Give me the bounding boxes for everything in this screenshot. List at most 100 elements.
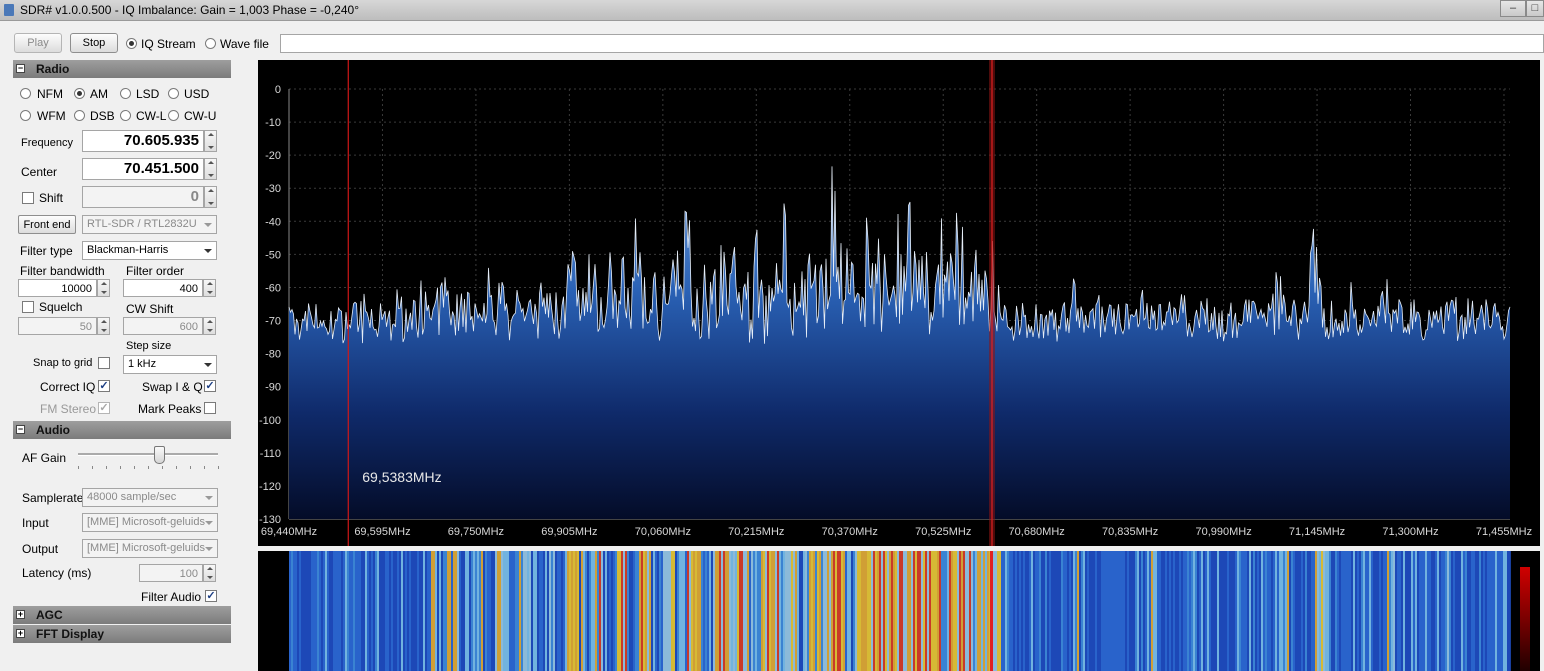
waterfall-column: [343, 551, 345, 671]
waterfall-column: [1397, 551, 1399, 671]
swap-iq-checkbox[interactable]: ✓: [204, 380, 216, 392]
iq-stream-radio[interactable]: [126, 38, 137, 49]
waterfall-column: [1507, 551, 1509, 671]
waterfall-column: [1009, 551, 1011, 671]
squelch-checkbox[interactable]: [22, 301, 34, 313]
filter-bandwidth-spinner[interactable]: [97, 279, 110, 297]
mode-cwu-label: CW-U: [184, 109, 217, 123]
correct-iq-checkbox[interactable]: ✓: [98, 380, 110, 392]
waterfall-column: [995, 551, 997, 671]
maximize-button[interactable]: □: [1526, 0, 1544, 17]
minimize-button[interactable]: –: [1500, 0, 1526, 17]
shift-checkbox[interactable]: [22, 192, 34, 204]
spectrum-plot[interactable]: 69,5383MHz 0 -10 -20 -30 -40 -50 -60 -70 -80 -90 -…: [258, 60, 1540, 546]
mode-usd-radio[interactable]: [168, 88, 179, 99]
filter-order-input[interactable]: 400: [123, 279, 203, 297]
waterfall-column: [751, 551, 753, 671]
af-gain-slider-thumb[interactable]: [154, 446, 166, 464]
squelch-spinner[interactable]: [97, 317, 110, 335]
waterfall-column: [483, 551, 485, 671]
latency-input[interactable]: 100: [139, 564, 203, 582]
waterfall-column: [981, 551, 983, 671]
filter-bandwidth-input[interactable]: 10000: [18, 279, 97, 297]
mode-wfm-radio[interactable]: [20, 110, 31, 121]
waterfall-column: [1439, 551, 1441, 671]
waterfall-column: [1135, 551, 1137, 671]
snap-to-grid-checkbox[interactable]: [98, 357, 110, 369]
waterfall-column: [793, 551, 795, 671]
mode-cwu-radio[interactable]: [168, 110, 179, 121]
waterfall-column: [1461, 551, 1463, 671]
cw-shift-input[interactable]: 600: [123, 317, 203, 335]
center-input[interactable]: 70.451.500: [82, 158, 204, 180]
mode-lsd-radio[interactable]: [120, 88, 131, 99]
front-end-button[interactable]: Front end: [18, 215, 76, 234]
waterfall-column: [755, 551, 757, 671]
waterfall-column: [555, 551, 557, 671]
waterfall-column: [1083, 551, 1085, 671]
waterfall-column: [787, 551, 789, 671]
waterfall-column: [1443, 551, 1445, 671]
input-device-select[interactable]: [MME] Microsoft-geluids: [82, 513, 218, 532]
front-end-select[interactable]: RTL-SDR / RTL2832U: [82, 215, 217, 234]
squelch-input[interactable]: 50: [18, 317, 97, 335]
y-tick-label: -120: [259, 481, 281, 493]
x-tick-label: 70,525MHz: [915, 526, 971, 538]
waterfall-column: [1019, 551, 1021, 671]
af-gain-slider-track[interactable]: [78, 453, 218, 456]
waterfall-column: [553, 551, 555, 671]
output-device-value: [MME] Microsoft-geluids: [87, 542, 205, 554]
collapse-icon[interactable]: −: [16, 425, 25, 434]
waterfall-column: [453, 551, 455, 671]
fm-stereo-checkbox[interactable]: ✓: [98, 402, 110, 414]
mode-dsb-radio[interactable]: [74, 110, 85, 121]
waterfall-column: [427, 551, 429, 671]
mark-peaks-checkbox[interactable]: [204, 402, 216, 414]
waterfall-column: [917, 551, 919, 671]
filter-order-spinner[interactable]: [203, 279, 216, 297]
samplerate-select[interactable]: 48000 sample/sec: [82, 488, 218, 507]
front-end-value: RTL-SDR / RTL2832U: [87, 218, 197, 230]
waterfall-column: [327, 551, 329, 671]
frequency-input[interactable]: 70.605.935: [82, 130, 204, 152]
waterfall-plot[interactable]: [258, 551, 1540, 671]
waterfall-column: [333, 551, 335, 671]
waterfall-column: [789, 551, 791, 671]
filter-audio-checkbox[interactable]: ✓: [205, 590, 217, 602]
y-tick-label: -110: [260, 448, 281, 460]
waterfall-column: [1217, 551, 1219, 671]
frequency-spinner[interactable]: [204, 130, 217, 152]
filter-type-select[interactable]: Blackman-Harris: [82, 241, 217, 260]
latency-spinner[interactable]: [203, 564, 216, 582]
shift-input[interactable]: 0: [82, 186, 204, 208]
radio-section-header[interactable]: − Radio: [13, 60, 231, 78]
waterfall-column: [695, 551, 697, 671]
waterfall-display[interactable]: [258, 551, 1540, 671]
stop-button[interactable]: Stop: [70, 33, 118, 53]
waterfall-column: [1307, 551, 1309, 671]
mode-am-radio[interactable]: [74, 88, 85, 99]
spectrum-analyzer[interactable]: 69,5383MHz 0 -10 -20 -30 -40 -50 -60 -70 -80 -90 -…: [258, 60, 1540, 546]
play-button[interactable]: Play: [14, 33, 62, 53]
waterfall-column: [637, 551, 639, 671]
waterfall-column: [335, 551, 337, 671]
agc-section-header[interactable]: + AGC: [13, 606, 231, 624]
mode-cwl-radio[interactable]: [120, 110, 131, 121]
step-size-select[interactable]: 1 kHz: [123, 355, 217, 374]
wave-file-path-input[interactable]: [280, 34, 1544, 53]
fft-display-section-header[interactable]: + FFT Display: [13, 625, 231, 643]
waterfall-column: [495, 551, 497, 671]
collapse-icon[interactable]: −: [16, 64, 25, 73]
mode-nfm-radio[interactable]: [20, 88, 31, 99]
waterfall-column: [341, 551, 343, 671]
output-device-select[interactable]: [MME] Microsoft-geluids: [82, 539, 218, 558]
wave-file-radio[interactable]: [205, 38, 216, 49]
audio-section-header[interactable]: − Audio: [13, 421, 231, 439]
center-spinner[interactable]: [204, 158, 217, 180]
expand-icon[interactable]: +: [16, 610, 25, 619]
expand-icon[interactable]: +: [16, 629, 25, 638]
shift-spinner[interactable]: [204, 186, 217, 208]
waterfall-column: [543, 551, 545, 671]
cw-shift-spinner[interactable]: [203, 317, 216, 335]
waterfall-column: [1437, 551, 1439, 671]
